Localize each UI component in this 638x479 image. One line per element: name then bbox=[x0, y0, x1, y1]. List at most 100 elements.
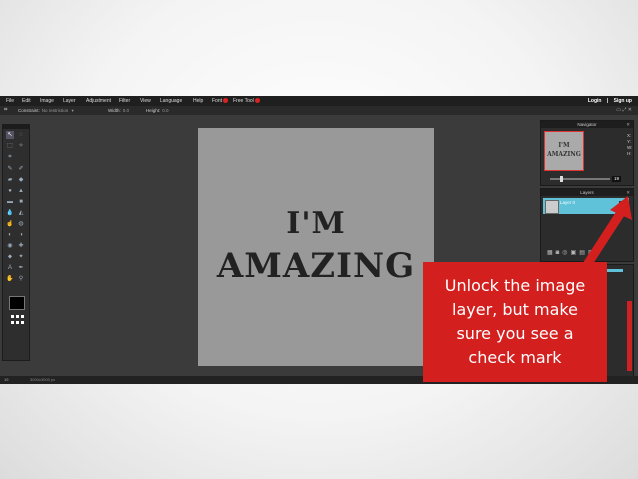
shape-tool-icon[interactable]: ■ bbox=[17, 198, 25, 206]
constraint-label: Constraint: bbox=[18, 108, 40, 113]
layers-panel: Layers ✕ Layer 0 ✓ ▦◙◎▣▤▥ bbox=[540, 188, 634, 262]
width-option: Width: 0.0 bbox=[108, 106, 129, 115]
width-input[interactable]: 0.0 bbox=[123, 108, 129, 113]
dodge-tool-icon[interactable]: ◐ bbox=[6, 231, 14, 239]
height-input[interactable]: 0.0 bbox=[162, 108, 168, 113]
close-icon[interactable]: ✕ bbox=[626, 121, 630, 128]
chevron-down-icon: ▾ bbox=[70, 108, 74, 113]
notification-badge-icon bbox=[223, 98, 229, 104]
zoom-slider-handle[interactable] bbox=[559, 176, 563, 182]
auth-separator: | bbox=[606, 98, 609, 104]
wand-tool-icon[interactable]: ✧ bbox=[17, 142, 25, 150]
gradient-tool-icon[interactable]: ▬ bbox=[6, 198, 14, 206]
constraint-select[interactable]: No restriction bbox=[42, 108, 69, 113]
sponge-tool-icon[interactable]: ◍ bbox=[17, 220, 25, 228]
close-icon[interactable]: ✕ bbox=[628, 107, 632, 113]
thumbnail-text-line2: AMAZING bbox=[547, 151, 581, 158]
new-layer-icon[interactable]: ▤ bbox=[579, 250, 588, 256]
toolbox-header bbox=[3, 125, 29, 129]
menu-view[interactable]: View bbox=[140, 96, 151, 106]
width-label: Width: bbox=[108, 108, 121, 113]
menu-font[interactable]: Font bbox=[212, 96, 229, 106]
coord-h-label: H: bbox=[627, 151, 632, 156]
menu-font-label: Font bbox=[212, 98, 223, 104]
navigator-title-text: Navigator bbox=[577, 122, 597, 127]
canvas-text-line1: I'M bbox=[286, 206, 346, 241]
status-zoom[interactable]: 19 bbox=[4, 376, 8, 384]
menu-bar: File Edit Image Layer Adjustment Filter … bbox=[0, 96, 638, 106]
redeye-tool-icon[interactable]: ◉ bbox=[6, 242, 14, 250]
adjust-icon[interactable]: ◎ bbox=[562, 250, 570, 256]
burn-tool-icon[interactable]: ◑ bbox=[17, 231, 25, 239]
height-label: Height: bbox=[146, 108, 161, 113]
lasso-tool-icon[interactable]: ◌ bbox=[17, 131, 25, 139]
constraint-option[interactable]: Constraint: No restriction ▾ bbox=[18, 106, 74, 115]
navigator-thumbnail[interactable]: I'M AMAZING bbox=[544, 131, 584, 171]
clone-tool-icon[interactable]: ● bbox=[6, 187, 14, 195]
instruction-callout: Unlock the image layer, but make sure yo… bbox=[423, 262, 607, 382]
menu-free-tool[interactable]: Free Tool bbox=[233, 96, 260, 106]
zoom-tool-icon[interactable]: ⚲ bbox=[17, 275, 25, 283]
menu-language[interactable]: Language bbox=[160, 96, 182, 106]
layer-tools: ▦◙◎▣▤▥ bbox=[547, 249, 597, 256]
layer-name: Layer 0 bbox=[560, 200, 576, 205]
layers-title-text: Layers bbox=[580, 190, 594, 195]
image-canvas[interactable]: I'M AMAZING bbox=[198, 128, 434, 366]
smudge-tool-icon[interactable]: ☝ bbox=[6, 220, 14, 228]
scrollbar[interactable] bbox=[627, 301, 632, 371]
folder-icon[interactable]: ▣ bbox=[571, 250, 580, 256]
height-option: Height: 0.0 bbox=[146, 106, 169, 115]
login-link[interactable]: Login bbox=[588, 98, 602, 104]
blur-tool-icon[interactable]: 💧 bbox=[6, 209, 14, 217]
thumbnail-text-line1: I'M bbox=[558, 142, 570, 149]
notification-badge-icon bbox=[254, 98, 260, 104]
layer-thumbnail bbox=[545, 200, 559, 214]
toolbox-panel: ↖ ◌ ⬚ ✧ ⌗ ✎ ✐ ▰ ◆ ● ▲ ▬ ■ 💧 ◭ ☝ ◍ ◐ ◑ ◉ … bbox=[2, 124, 30, 361]
menu-help[interactable]: Help bbox=[193, 96, 203, 106]
bucket-tool-icon[interactable]: ◆ bbox=[17, 176, 25, 184]
canvas-text-line2: AMAZING bbox=[216, 246, 416, 286]
brush-tool-icon[interactable]: ✐ bbox=[17, 165, 25, 173]
navigator-coords: X: Y: W: H: bbox=[627, 133, 632, 157]
move-tool-icon[interactable]: ↖ bbox=[6, 131, 14, 139]
navigator-title: Navigator ✕ bbox=[541, 121, 633, 128]
close-icon[interactable]: ✕ bbox=[626, 189, 630, 196]
sharpen-tool-icon[interactable]: ◭ bbox=[17, 209, 25, 217]
menu-adjustment[interactable]: Adjustment bbox=[86, 96, 111, 106]
hand-tool-icon[interactable]: ✋ bbox=[6, 275, 14, 283]
menu-layer[interactable]: Layer bbox=[63, 96, 76, 106]
menu-edit[interactable]: Edit bbox=[22, 96, 31, 106]
layer-visibility-checkbox[interactable]: ✓ bbox=[619, 201, 627, 209]
eyedropper-tool-icon[interactable]: ✒ bbox=[17, 264, 25, 272]
menu-filter[interactable]: Filter bbox=[119, 96, 130, 106]
layer-style-icon[interactable]: ▦ bbox=[547, 250, 556, 256]
stamp-tool-icon[interactable]: ▲ bbox=[17, 187, 25, 195]
menu-file[interactable]: File bbox=[6, 96, 14, 106]
trash-icon[interactable]: ▥ bbox=[588, 250, 597, 256]
navigator-panel: Navigator ✕ I'M AMAZING X: Y: W: H: 19 bbox=[540, 120, 634, 186]
grid-toggle-icon[interactable] bbox=[11, 315, 25, 329]
eraser-tool-icon[interactable]: ▰ bbox=[6, 176, 14, 184]
navigator-zoom: 19 bbox=[544, 176, 630, 182]
foreground-color-swatch[interactable] bbox=[9, 296, 25, 310]
spot-heal-tool-icon[interactable]: ✚ bbox=[17, 242, 25, 250]
pinch-tool-icon[interactable]: ✦ bbox=[17, 253, 25, 261]
layer-row[interactable]: Layer 0 ✓ bbox=[543, 198, 629, 214]
window-controls: ▭ ⤢ ✕ bbox=[616, 106, 632, 115]
pencil-tool-icon[interactable]: ✎ bbox=[6, 165, 14, 173]
auth-links: Login | Sign up bbox=[584, 96, 632, 106]
crop-tool-icon: ⌗ bbox=[4, 107, 8, 113]
minimize-icon[interactable]: ▭ bbox=[616, 107, 621, 113]
signup-link[interactable]: Sign up bbox=[614, 98, 632, 104]
menu-image[interactable]: Image bbox=[40, 96, 54, 106]
marquee-tool-icon[interactable]: ⬚ bbox=[6, 142, 14, 150]
status-image-size: 3000x3000 px bbox=[30, 377, 56, 382]
fullscreen-icon[interactable]: ⤢ bbox=[622, 107, 626, 113]
menu-free-tool-label: Free Tool bbox=[233, 98, 254, 104]
tool-options-bar: ⌗ Constraint: No restriction ▾ Width: 0.0 … bbox=[0, 106, 638, 115]
zoom-input[interactable]: 19 bbox=[612, 176, 622, 182]
text-tool-icon[interactable]: A bbox=[6, 264, 14, 272]
bloat-tool-icon[interactable]: ⬥ bbox=[6, 253, 14, 261]
crop-icon[interactable]: ⌗ bbox=[6, 153, 14, 161]
layers-title: Layers ✕ bbox=[541, 189, 633, 196]
